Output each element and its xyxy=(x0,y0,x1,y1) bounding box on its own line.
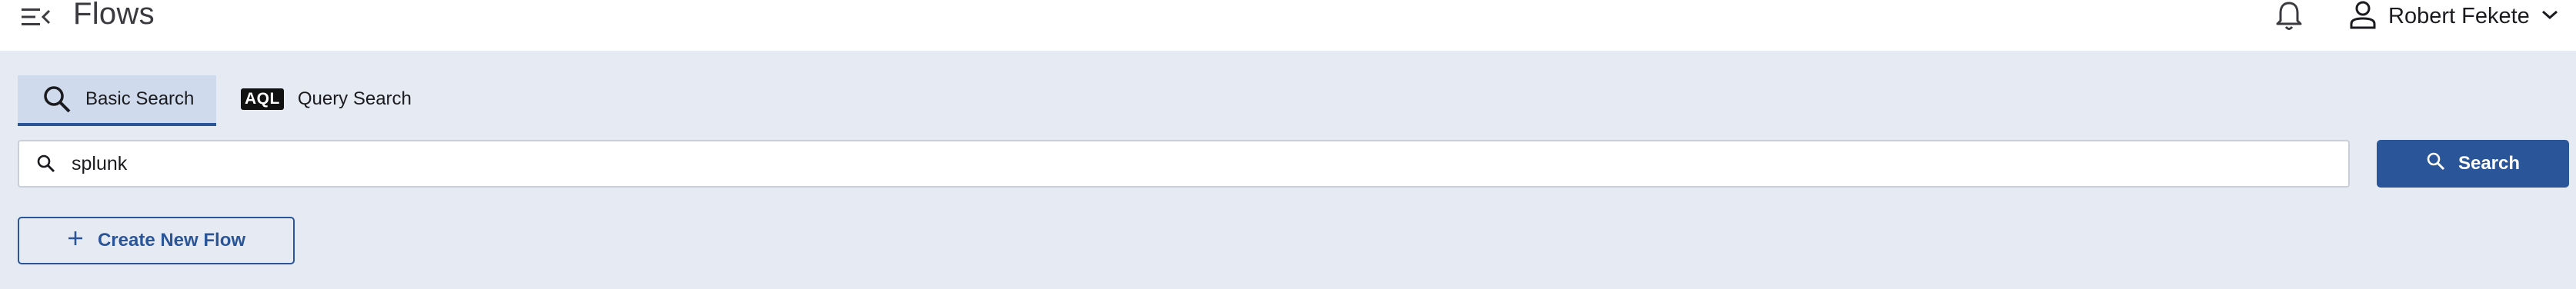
search-tabs: Basic Search AQL Query Search xyxy=(18,75,436,126)
search-button-label: Search xyxy=(2458,153,2521,174)
search-button[interactable]: Search xyxy=(2377,140,2569,188)
search-field xyxy=(18,140,2350,188)
tab-label: Basic Search xyxy=(85,88,195,109)
aql-badge: AQL xyxy=(241,88,284,110)
page-title: Flows xyxy=(73,0,155,31)
user-name: Robert Fekete xyxy=(2388,3,2530,28)
search-input[interactable] xyxy=(70,151,2304,176)
create-button-label: Create New Flow xyxy=(97,230,246,251)
tab-query-search[interactable]: AQL Query Search xyxy=(216,75,436,123)
user-menu[interactable]: Robert Fekete xyxy=(2348,0,2559,32)
search-icon xyxy=(35,152,58,175)
search-icon xyxy=(42,85,72,114)
top-bar: Flows Robert Fekete xyxy=(0,0,2576,51)
tab-basic-search[interactable]: Basic Search xyxy=(18,75,216,126)
search-icon xyxy=(2426,151,2446,177)
plus-icon xyxy=(67,230,84,252)
menu-collapse-icon[interactable] xyxy=(18,3,52,31)
bell-icon[interactable] xyxy=(2270,0,2308,32)
person-icon xyxy=(2348,0,2377,34)
create-new-flow-button[interactable]: Create New Flow xyxy=(18,217,295,264)
chevron-down-icon xyxy=(2541,8,2559,25)
tab-label: Query Search xyxy=(297,88,412,109)
